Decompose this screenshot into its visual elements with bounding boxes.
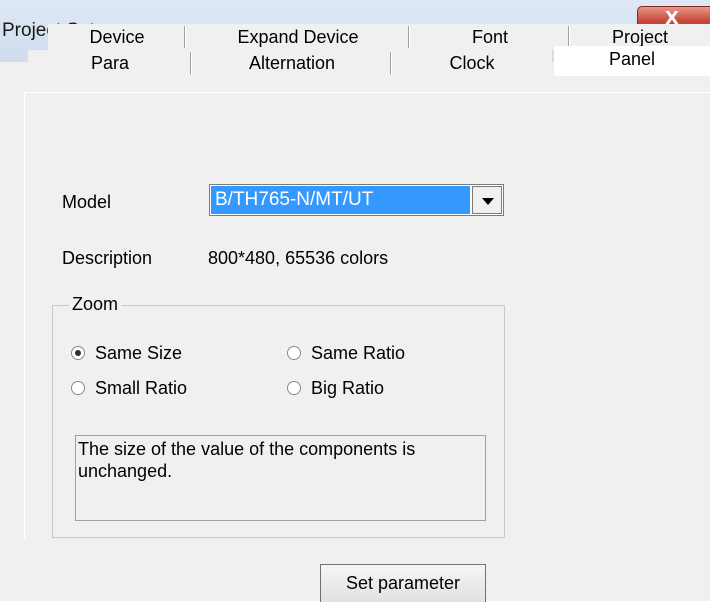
tab-font[interactable]: Font [410,24,570,50]
zoom-groupbox: Zoom Same Size Same Ratio Small Ratio Bi… [52,294,505,538]
tab-label: Font [471,27,509,47]
tab-device[interactable]: Device [48,24,186,50]
zoom-description-box: The size of the value of the components … [75,435,486,521]
tab-label: Expand Device [237,27,359,47]
zoom-legend: Zoom [69,294,122,315]
model-label: Model [62,192,112,212]
radio-label: Same Ratio [311,343,406,363]
radio-unchecked-icon [287,381,301,395]
model-select-value: B/TH765-N/MT/UT [211,186,470,214]
tab-label: Clock [449,53,495,73]
tab-panel[interactable]: Panel [554,46,710,76]
set-parameter-button[interactable]: Set parameter [320,564,486,602]
tab-label: Panel [608,49,656,69]
tab-label: Device [89,27,145,47]
radio-checked-icon [71,346,85,360]
tab-alternation[interactable]: Alternation [192,50,392,76]
tab-para[interactable]: Para [28,50,192,76]
description-value: 800*480, 65536 colors [208,248,389,268]
radio-label: Same Size [95,343,183,363]
tab-label: Project [611,27,669,47]
tab-clock[interactable]: Clock [392,50,552,76]
chevron-down-icon[interactable] [472,186,502,214]
radio-unchecked-icon [71,381,85,395]
radio-label: Small Ratio [95,378,188,398]
radio-unchecked-icon [287,346,301,360]
model-select[interactable]: B/TH765-N/MT/UT [209,184,504,216]
description-label: Description [62,248,153,268]
tab-label: Para [90,53,130,73]
tab-label: Alternation [248,53,336,73]
tab-expand-device[interactable]: Expand Device [186,24,410,50]
radio-label: Big Ratio [311,378,385,398]
